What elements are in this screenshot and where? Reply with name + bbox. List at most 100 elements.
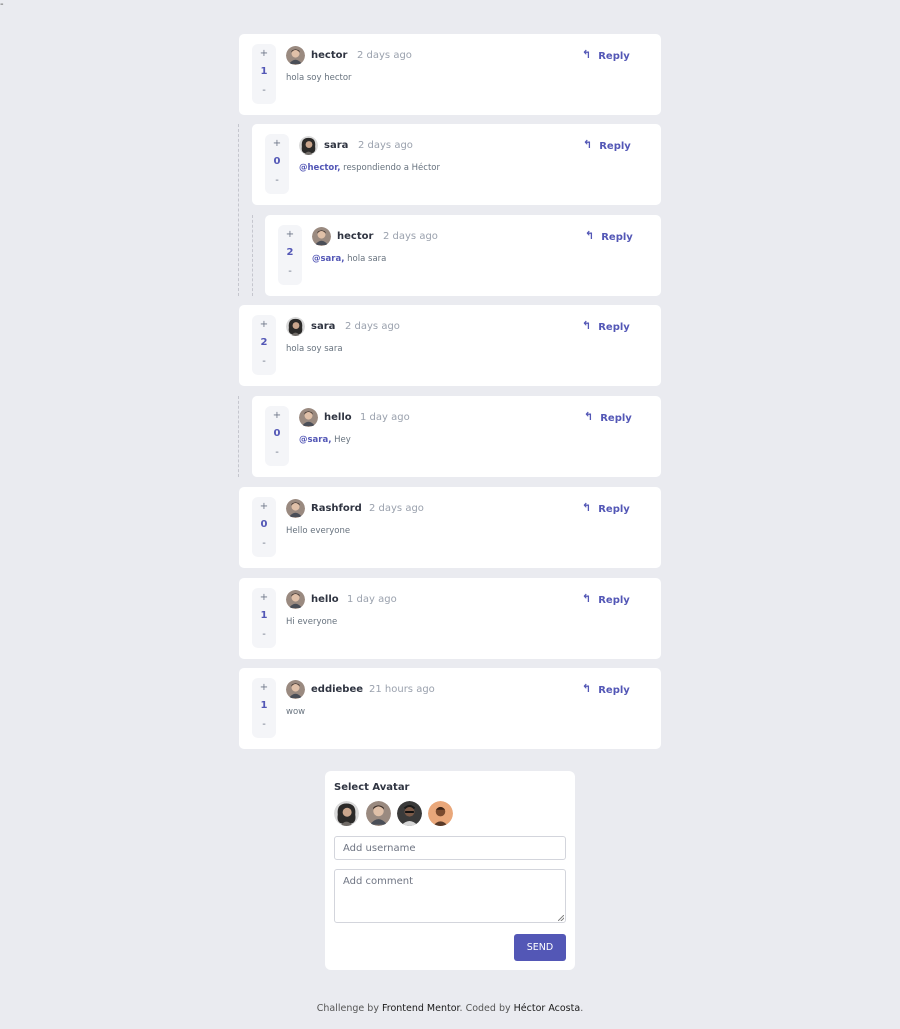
resize-grip-icon[interactable] (558, 915, 564, 921)
comment-username: sara (324, 140, 349, 151)
thread-line (238, 396, 239, 477)
downvote-button[interactable]: - (252, 85, 276, 97)
reply-label: Reply (600, 413, 632, 424)
vote-control: + 0 - (252, 497, 276, 557)
comment-text: hola soy hector (286, 72, 352, 84)
reply-label: Reply (598, 595, 630, 606)
vote-score: 0 (273, 156, 281, 167)
reply-arrow-icon: ↰ (582, 682, 592, 695)
upvote-button[interactable]: + (252, 682, 276, 694)
comment-text: @hector, respondiendo a Héctor (299, 162, 440, 174)
new-comment-form: Select Avatar SEND (325, 771, 575, 970)
comment-time: 2 days ago (357, 50, 412, 61)
downvote-button[interactable]: - (265, 175, 289, 187)
username-input[interactable] (334, 836, 566, 860)
downvote-button[interactable]: - (252, 356, 276, 368)
select-avatar-title: Select Avatar (334, 782, 410, 793)
comment-card: + 2 - sara 2 days ago ↰ Reply hola soy sa… (239, 305, 661, 386)
avatar-orange-icon[interactable] (428, 801, 453, 826)
vote-control: + 1 - (252, 588, 276, 648)
upvote-button[interactable]: + (252, 48, 276, 60)
downvote-button[interactable]: - (252, 629, 276, 641)
reply-label: Reply (598, 504, 630, 515)
reply-button[interactable]: ↰ Reply (583, 138, 631, 153)
reply-button[interactable]: ↰ Reply (584, 410, 632, 425)
reply-button[interactable]: ↰ Reply (585, 229, 633, 244)
footer-prefix: Challenge by (316, 1003, 382, 1014)
reply-button[interactable]: ↰ Reply (582, 592, 630, 607)
comment-text: @sara, Hey (299, 434, 351, 446)
reply-label: Reply (598, 322, 630, 333)
comment-card: + 0 - sara 2 days ago ↰ Reply @hector, re… (252, 124, 661, 205)
downvote-button[interactable]: - (252, 719, 276, 731)
avatar-hector-icon (286, 680, 305, 699)
mention: @hector, (299, 163, 341, 173)
comment-text: wow (286, 706, 305, 718)
comment-username: sara (311, 321, 336, 332)
comment-username: hector (337, 231, 374, 242)
vote-control: + 1 - (252, 678, 276, 738)
footer-suffix: . (580, 1003, 584, 1014)
vote-score: 1 (260, 700, 268, 711)
upvote-button[interactable]: + (278, 229, 302, 241)
reply-arrow-icon: ↰ (582, 319, 592, 332)
comment-body: hola soy hector (286, 73, 352, 83)
reply-button[interactable]: ↰ Reply (582, 501, 630, 516)
comment-card: + 0 - Rashford 2 days ago ↰ Reply Hello e… (239, 487, 661, 568)
comment-card: + 1 - hello 1 day ago ↰ Reply Hi everyone (239, 578, 661, 659)
avatar-hector-icon (286, 499, 305, 518)
reply-arrow-icon: ↰ (584, 410, 594, 423)
avatar-sara-icon[interactable] (334, 801, 359, 826)
upvote-button[interactable]: + (252, 501, 276, 513)
reply-arrow-icon: ↰ (582, 501, 592, 514)
reply-arrow-icon: ↰ (583, 138, 593, 151)
vote-score: 2 (260, 337, 268, 348)
comment-textarea[interactable] (334, 869, 566, 923)
avatar-dark-icon[interactable] (397, 801, 422, 826)
author-link[interactable]: Héctor Acosta (514, 1003, 581, 1014)
vote-control: + 2 - (278, 225, 302, 285)
downvote-button[interactable]: - (252, 538, 276, 550)
comment-card: + 1 - hector 2 days ago ↰ Reply hola soy … (239, 34, 661, 115)
send-button[interactable]: SEND (514, 934, 566, 961)
comment-text: Hello everyone (286, 525, 350, 537)
avatar-sara-icon (286, 317, 305, 336)
comment-body: hola soy sara (286, 344, 343, 354)
comment-card: + 0 - hello 1 day ago ↰ Reply @sara, Hey (252, 396, 661, 477)
vote-control: + 0 - (265, 406, 289, 466)
vote-control: + 2 - (252, 315, 276, 375)
comment-card: + 1 - eddiebee 21 hours ago ↰ Reply wow (239, 668, 661, 749)
comment-username: hello (311, 594, 339, 605)
comment-username: Rashford (311, 503, 362, 514)
comment-body: Hello everyone (286, 526, 351, 536)
upvote-button[interactable]: + (252, 592, 276, 604)
downvote-button[interactable]: - (265, 447, 289, 459)
avatar-hector-icon[interactable] (366, 801, 391, 826)
footer-middle: . Coded by (459, 1003, 514, 1014)
avatar-hector-icon (286, 46, 305, 65)
mention: @sara, (299, 435, 332, 445)
comment-text: Hi everyone (286, 616, 337, 628)
upvote-button[interactable]: + (265, 138, 289, 150)
vote-score: 1 (260, 66, 268, 77)
avatar-hector-icon (299, 408, 318, 427)
reply-button[interactable]: ↰ Reply (582, 319, 630, 334)
comment-body: Hey (331, 435, 351, 445)
avatar-sara-icon (299, 136, 318, 155)
upvote-button[interactable]: + (265, 410, 289, 422)
comment-time: 2 days ago (369, 503, 424, 514)
downvote-button[interactable]: - (278, 266, 302, 278)
reply-button[interactable]: ↰ Reply (582, 682, 630, 697)
reply-label: Reply (599, 141, 631, 152)
reply-arrow-icon: ↰ (582, 592, 592, 605)
vote-control: + 1 - (252, 44, 276, 104)
reply-button[interactable]: ↰ Reply (582, 48, 630, 63)
comment-text: hola soy sara (286, 343, 343, 355)
reply-label: Reply (601, 232, 633, 243)
avatar-hector-icon (312, 227, 331, 246)
thread-line (252, 215, 253, 296)
upvote-button[interactable]: + (252, 319, 276, 331)
frontend-mentor-link[interactable]: Frontend Mentor (382, 1003, 460, 1014)
vote-score: 2 (286, 247, 294, 258)
comment-username: hector (311, 50, 348, 61)
